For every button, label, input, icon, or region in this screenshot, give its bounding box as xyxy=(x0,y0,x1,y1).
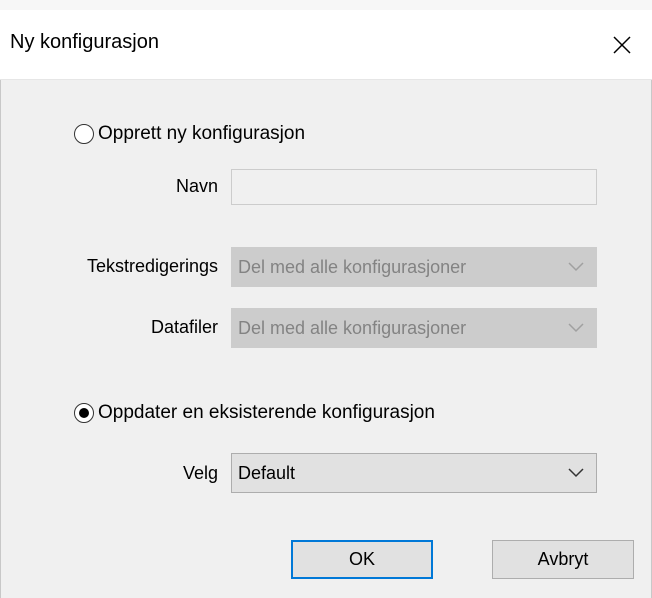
name-input[interactable] xyxy=(231,169,597,205)
chevron-down-icon xyxy=(568,468,584,478)
chevron-down-icon xyxy=(568,323,584,333)
text-editing-dropdown[interactable]: Del med alle konfigurasjoner xyxy=(231,247,597,287)
name-label: Navn xyxy=(175,176,218,196)
select-label: Velg xyxy=(182,463,218,483)
data-files-value: Del med alle konfigurasjoner xyxy=(238,317,467,338)
ok-button[interactable]: OK xyxy=(291,540,433,579)
update-config-radio-circle[interactable] xyxy=(74,403,94,423)
cancel-button[interactable]: Avbryt xyxy=(492,540,634,579)
title-bar: Ny konfigurasjon xyxy=(0,10,652,80)
left-border xyxy=(0,80,1,598)
top-strip xyxy=(0,0,652,10)
data-files-label: Datafiler xyxy=(150,317,218,337)
config-select-value: Default xyxy=(238,462,296,483)
text-editing-value: Del med alle konfigurasjoner xyxy=(238,256,467,277)
config-select-dropdown[interactable]: Default xyxy=(231,453,597,493)
create-config-radio-circle[interactable] xyxy=(74,124,94,144)
data-files-dropdown[interactable]: Del med alle konfigurasjoner xyxy=(231,308,597,348)
create-config-radio-label: Opprett ny konfigurasjon xyxy=(98,123,306,144)
close-icon xyxy=(613,36,631,54)
cancel-button-label: Avbryt xyxy=(537,549,589,569)
update-config-radio-label: Oppdater en eksisterende konfigurasjon xyxy=(98,402,435,423)
ok-button-label: OK xyxy=(348,549,375,569)
text-editing-label: Tekstredigerings xyxy=(86,256,218,276)
chevron-down-icon xyxy=(568,262,584,272)
dialog-window: Ny konfigurasjon Opprett ny konfigurasjo… xyxy=(0,0,652,598)
close-button[interactable] xyxy=(592,10,652,80)
window-title: Ny konfigurasjon xyxy=(10,31,159,53)
update-config-radio[interactable]: Oppdater en eksisterende konfigurasjon xyxy=(74,402,435,424)
create-config-radio[interactable]: Opprett ny konfigurasjon xyxy=(74,123,305,145)
